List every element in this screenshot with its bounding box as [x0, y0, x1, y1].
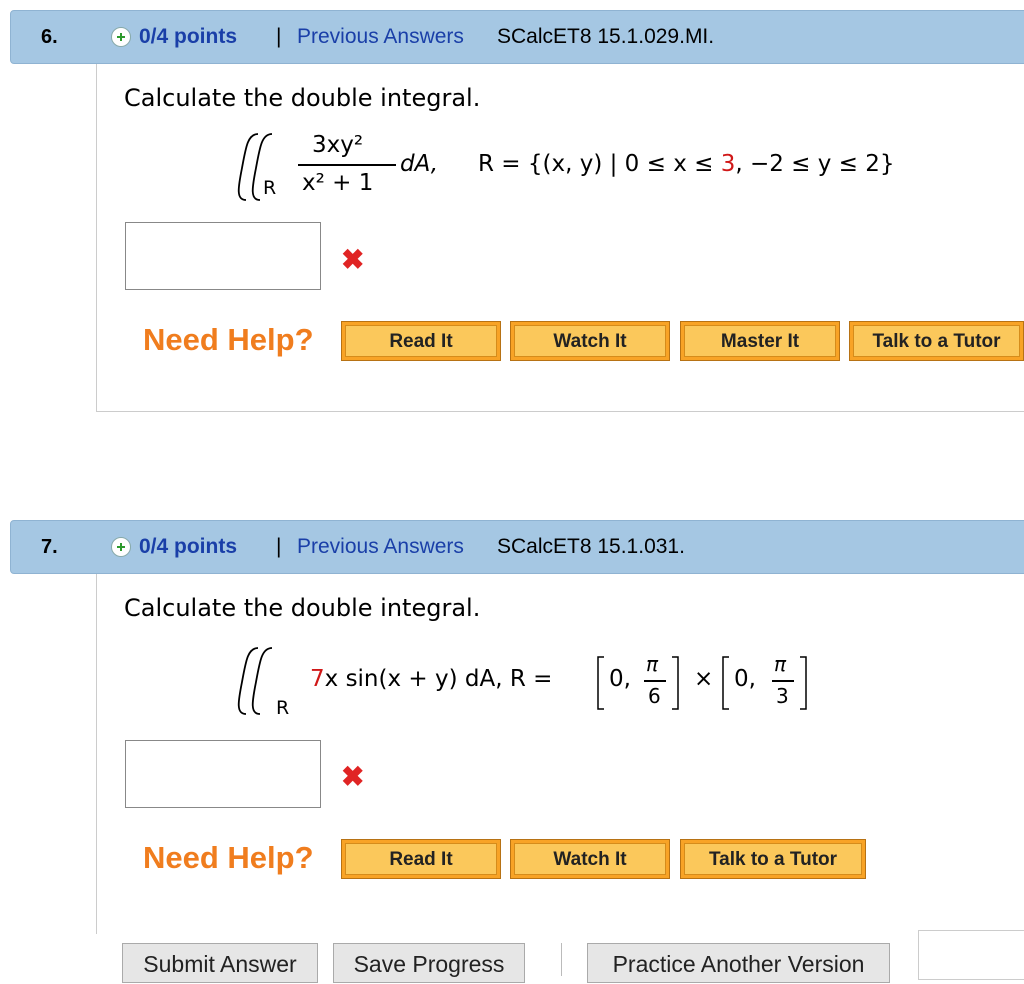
- read-it-button[interactable]: Read It: [341, 321, 501, 361]
- points-label: 0/4 points: [139, 25, 238, 48]
- right-bracket-icon: [672, 656, 679, 710]
- region-definition: R = {(x, y) | 0 ≤ x ≤ 3, −2 ≤ y ≤ 2}: [478, 151, 895, 177]
- talk-to-tutor-button[interactable]: Talk to a Tutor: [849, 321, 1024, 361]
- separator: |: [276, 535, 282, 558]
- times-symbol: ×: [694, 666, 714, 692]
- fraction-denominator: x² + 1: [302, 170, 374, 196]
- coefficient-highlight: 7: [310, 666, 325, 692]
- question-reference: SCalcET8 15.1.029.MI.: [497, 25, 715, 48]
- fraction-bar: [772, 680, 794, 682]
- interval-start: 0,: [734, 666, 756, 692]
- double-integral-sign-icon: [237, 133, 273, 201]
- x-mark-icon: ✖: [341, 761, 365, 792]
- previous-answers-link[interactable]: Previous Answers: [297, 11, 464, 63]
- read-it-button[interactable]: Read It: [341, 839, 501, 879]
- talk-to-tutor-button[interactable]: Talk to a Tutor: [680, 839, 866, 879]
- answer-input[interactable]: [125, 222, 321, 290]
- fraction-denominator: 3: [776, 684, 789, 708]
- question-prompt: Calculate the double integral.: [124, 594, 481, 622]
- question-number: 6.: [41, 26, 58, 48]
- divider: [561, 943, 562, 976]
- right-bracket-icon: [800, 656, 807, 710]
- points-label: 0/4 points: [139, 535, 238, 558]
- expand-plus-icon[interactable]: [111, 537, 131, 557]
- previous-answers-link[interactable]: Previous Answers: [297, 521, 464, 573]
- differential: dA,: [400, 151, 439, 177]
- region-subscript: R: [276, 697, 290, 719]
- side-panel: [918, 930, 1024, 980]
- fraction-bar: [644, 680, 666, 682]
- expand-plus-icon[interactable]: [111, 27, 131, 47]
- answer-input[interactable]: [125, 740, 321, 808]
- region-highlight-value: 3: [720, 151, 736, 177]
- pi-symbol: π: [646, 652, 659, 676]
- fraction-denominator: 6: [648, 684, 661, 708]
- pi-symbol: π: [774, 652, 787, 676]
- need-help-label: Need Help?: [143, 322, 314, 357]
- question-6-header: 6. 0/4 points | Previous Answers SCalcET…: [10, 10, 1024, 64]
- question-7-header: 7. 0/4 points | Previous Answers SCalcET…: [10, 520, 1024, 574]
- watch-it-button[interactable]: Watch It: [510, 321, 670, 361]
- region-subscript: R: [263, 177, 277, 199]
- watch-it-button[interactable]: Watch It: [510, 839, 670, 879]
- separator: |: [276, 25, 282, 48]
- need-help-label: Need Help?: [143, 840, 314, 875]
- left-bracket-icon: [597, 656, 604, 710]
- left-bracket-icon: [722, 656, 729, 710]
- fraction-bar: [298, 164, 396, 166]
- question-prompt: Calculate the double integral.: [124, 84, 481, 112]
- integrand: 7x sin(x + y) dA, R =: [310, 666, 553, 692]
- interval-start: 0,: [609, 666, 631, 692]
- master-it-button[interactable]: Master It: [680, 321, 840, 361]
- submit-answer-button[interactable]: Submit Answer: [122, 943, 318, 983]
- save-progress-button[interactable]: Save Progress: [333, 943, 525, 983]
- question-number: 7.: [41, 536, 58, 558]
- fraction-numerator: 3xy²: [312, 132, 364, 158]
- practice-another-version-button[interactable]: Practice Another Version: [587, 943, 890, 983]
- x-mark-icon: ✖: [341, 244, 365, 275]
- question-reference: SCalcET8 15.1.031.: [497, 535, 685, 558]
